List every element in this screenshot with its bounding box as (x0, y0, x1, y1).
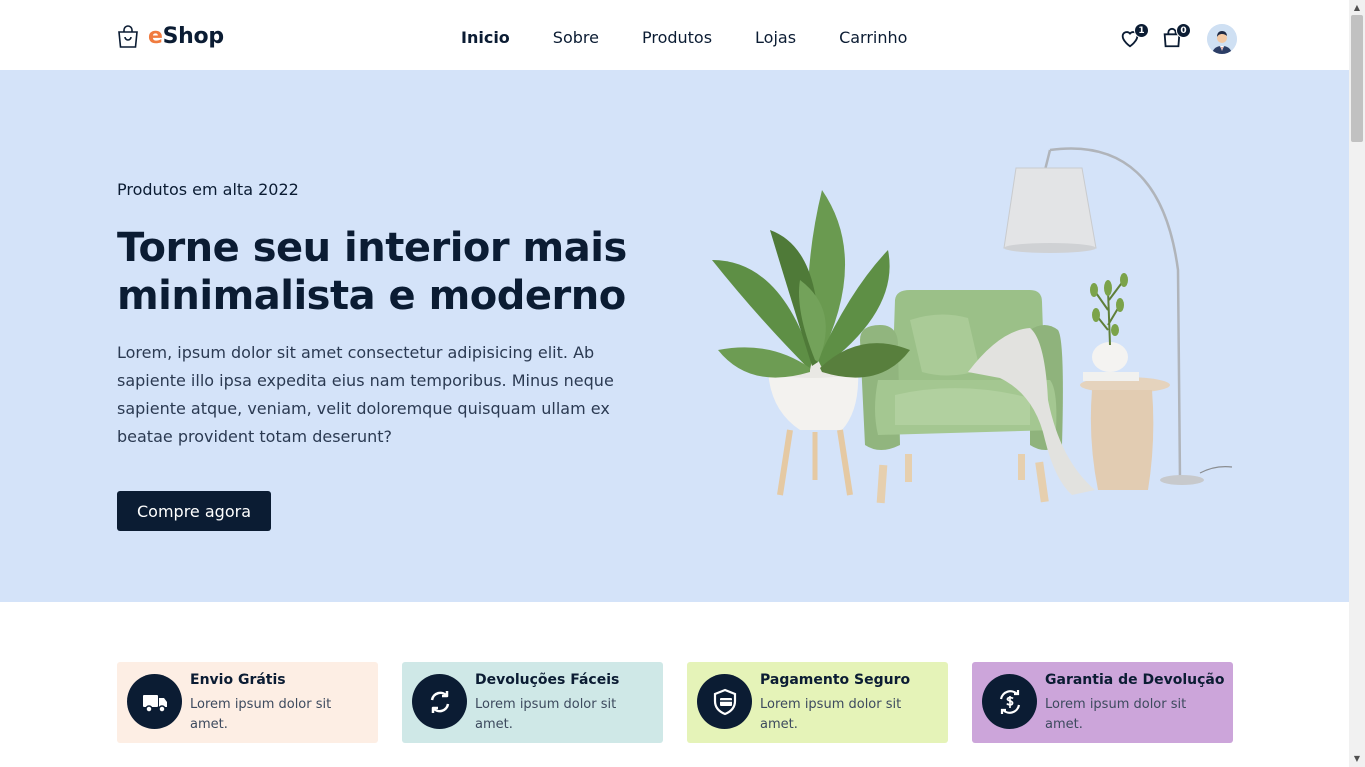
refresh-icon (412, 674, 467, 729)
feature-title: Devoluções Fáceis (475, 672, 620, 688)
nav-inicio[interactable]: Inicio (461, 28, 510, 47)
feature-text: Lorem ipsum dolor sit amet. (1045, 697, 1187, 732)
feature-title: Pagamento Seguro (760, 672, 911, 688)
feature-text: Lorem ipsum dolor sit amet. (475, 697, 617, 732)
money-back-icon (982, 674, 1037, 729)
logo[interactable]: eShop (117, 24, 224, 49)
nav-produtos[interactable]: Produtos (642, 28, 712, 47)
feature-title: Garantia de Devolução (1045, 672, 1225, 688)
nav-carrinho[interactable]: Carrinho (839, 28, 907, 47)
hero-subtitle: Produtos em alta 2022 (117, 180, 299, 199)
feature-card-easy-returns: Devoluções Fáceis Lorem ipsum dolor sit … (402, 662, 663, 743)
feature-text: Lorem ipsum dolor sit amet. (760, 697, 902, 732)
hero-description: Lorem, ipsum dolor sit amet consectetur … (117, 343, 614, 446)
feature-card-secure-payment: Pagamento Seguro Lorem ipsum dolor sit a… (687, 662, 948, 743)
shopping-bag-logo-icon (118, 24, 138, 48)
truck-icon (127, 674, 182, 729)
nav-lojas[interactable]: Lojas (755, 28, 796, 47)
shield-card-icon (697, 674, 752, 729)
scroll-up-arrow-icon[interactable]: ▲ (1352, 3, 1362, 13)
features-section: Envio Grátis Lorem ipsum dolor sit amet.… (117, 662, 1233, 743)
cart-button[interactable]: 0 (1161, 23, 1191, 49)
wishlist-button[interactable]: 1 (1119, 23, 1149, 49)
hero-furniture-image (712, 147, 1233, 504)
scrollbar-thumb[interactable] (1351, 15, 1363, 142)
feature-title: Envio Grátis (190, 672, 286, 688)
shop-now-button[interactable]: Compre agora (117, 491, 271, 531)
hero-section: Produtos em alta 2022 Torne seu interior… (0, 70, 1349, 602)
user-avatar[interactable] (1207, 24, 1237, 54)
feature-card-money-back: Garantia de Devolução Lorem ipsum dolor … (972, 662, 1233, 743)
feature-text: Lorem ipsum dolor sit amet. (190, 697, 332, 732)
scroll-down-arrow-icon[interactable]: ▼ (1352, 754, 1362, 764)
main-nav: Inicio Sobre Produtos Lojas Carrinho (461, 28, 950, 47)
avatar-image (1207, 24, 1237, 54)
nav-sobre[interactable]: Sobre (553, 28, 599, 47)
cart-count-badge: 0 (1176, 23, 1191, 38)
wishlist-count-badge: 1 (1134, 23, 1149, 38)
logo-text: eShop (148, 24, 224, 49)
site-header: eShop Inicio Sobre Produtos Lojas Carrin… (0, 0, 1349, 70)
hero-title: Torne seu interior mais minimalista e mo… (117, 225, 627, 319)
header-icons: 1 0 (1119, 22, 1237, 54)
feature-card-free-shipping: Envio Grátis Lorem ipsum dolor sit amet. (117, 662, 378, 743)
